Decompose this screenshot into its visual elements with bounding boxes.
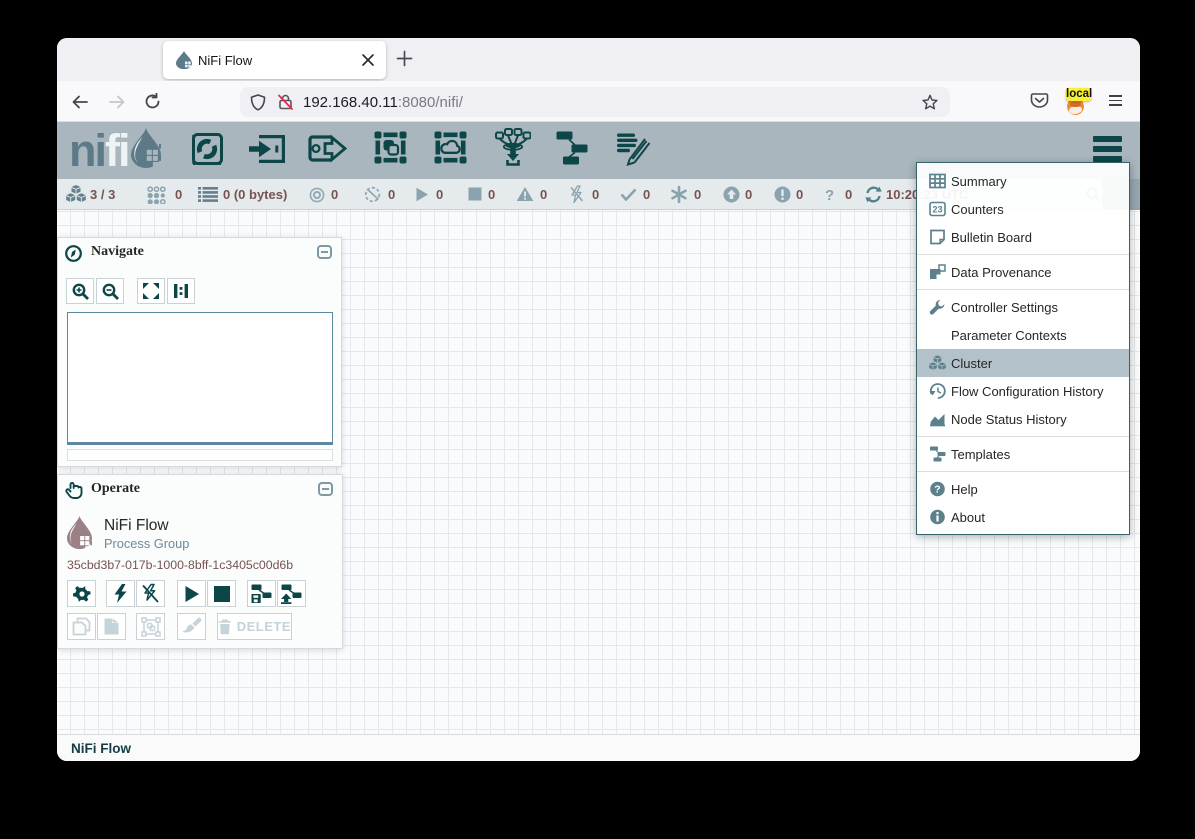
svg-text:?: ? — [934, 484, 940, 496]
svg-text:23: 23 — [932, 205, 942, 215]
